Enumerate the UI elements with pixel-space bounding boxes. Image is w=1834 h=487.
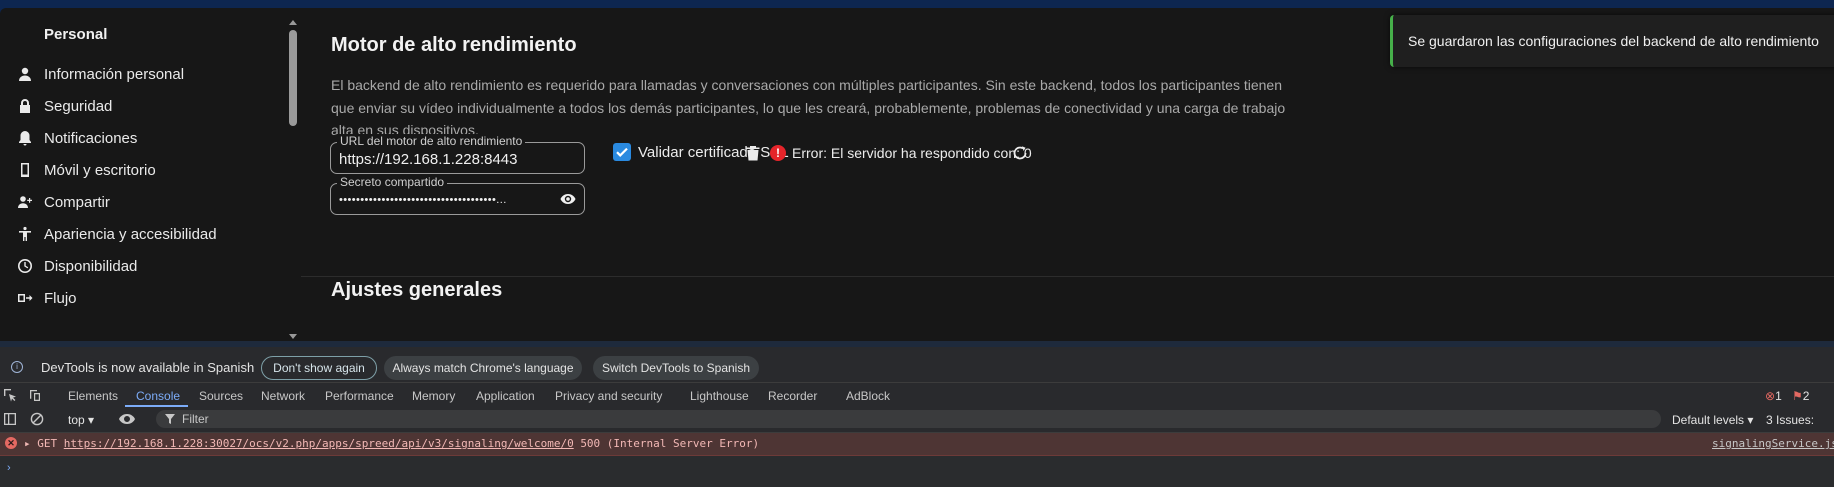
tab-memory[interactable]: Memory bbox=[412, 389, 455, 403]
devtools-panel: i DevTools is now available in Spanish D… bbox=[0, 341, 1834, 487]
tab-performance[interactable]: Performance bbox=[325, 389, 394, 403]
expand-triangle-icon[interactable]: ▸ bbox=[24, 437, 31, 450]
share-person-icon bbox=[0, 194, 44, 210]
top-strip bbox=[0, 0, 1834, 6]
tab-recorder[interactable]: Recorder bbox=[768, 389, 817, 403]
chevron-down-icon: ▾ bbox=[1747, 413, 1754, 427]
eye-icon[interactable] bbox=[560, 191, 576, 207]
section-title: Motor de alto rendimiento bbox=[331, 34, 577, 56]
tab-console[interactable]: Console bbox=[136, 389, 180, 403]
filter-icon bbox=[165, 414, 175, 424]
tab-adblock[interactable]: AdBlock bbox=[846, 389, 890, 403]
url-field-label: URL del motor de alto rendimiento bbox=[337, 134, 526, 148]
flow-icon bbox=[0, 290, 44, 306]
sidebar-item-label: Disponibilidad bbox=[44, 257, 138, 275]
sidebar-item-availability[interactable]: Disponibilidad bbox=[0, 248, 290, 284]
nextcloud-app: Personal Información personal Seguridad … bbox=[0, 0, 1834, 341]
live-expression-eye-icon[interactable] bbox=[118, 413, 136, 425]
validate-ssl-label[interactable]: Validar certificado SSL bbox=[638, 144, 789, 161]
language-infobar: i DevTools is now available in Spanish D… bbox=[0, 347, 1834, 382]
inspect-element-icon[interactable] bbox=[3, 388, 17, 402]
sidebar-item-label: Compartir bbox=[44, 193, 110, 211]
sidebar-item-mobile-desktop[interactable]: Móvil y escritorio bbox=[0, 152, 290, 188]
validate-ssl-checkbox[interactable] bbox=[613, 143, 631, 161]
clock-icon bbox=[0, 258, 44, 274]
console-error-row[interactable]: ✕ ▸ GET https://192.168.1.228:30027/ocs/… bbox=[0, 433, 1834, 456]
console-toolbar: top ▾ Filter Default levels ▾ 3 Issues: bbox=[0, 407, 1834, 433]
lock-icon bbox=[0, 98, 44, 114]
section-description: El backend de alto rendimiento es requer… bbox=[331, 77, 1286, 138]
tab-application[interactable]: Application bbox=[476, 389, 535, 403]
sidebar-item-label: Móvil y escritorio bbox=[44, 161, 156, 179]
sidebar-toggle-icon[interactable] bbox=[3, 412, 17, 426]
match-language-button[interactable]: Always match Chrome's language bbox=[384, 356, 582, 380]
tab-sources[interactable]: Sources bbox=[199, 389, 243, 403]
device-toolbar-icon[interactable] bbox=[28, 388, 42, 402]
sidebar-item-sharing[interactable]: Compartir bbox=[0, 184, 290, 220]
console-error-message: ▸ GET https://192.168.1.228:30027/ocs/v2… bbox=[24, 437, 760, 450]
person-icon bbox=[0, 66, 44, 82]
tab-lighthouse[interactable]: Lighthouse bbox=[690, 389, 749, 403]
switch-language-button[interactable]: Switch DevTools to Spanish bbox=[593, 356, 759, 380]
console-filter-input[interactable]: Filter bbox=[156, 410, 1661, 428]
dont-show-again-button[interactable]: Don't show again bbox=[261, 356, 377, 380]
refresh-icon[interactable] bbox=[1012, 145, 1028, 161]
secret-field-value: •••••••••••••••••••••••••••••••••••••... bbox=[339, 194, 507, 206]
secret-field-label: Secreto compartido bbox=[337, 175, 448, 189]
hpb-url-field[interactable]: URL del motor de alto rendimiento https:… bbox=[330, 134, 585, 174]
console-prompt[interactable]: › bbox=[7, 462, 11, 474]
source-file-link[interactable]: signalingService.js bbox=[1712, 437, 1834, 450]
checkmark-icon bbox=[616, 147, 628, 157]
request-url-link[interactable]: https://192.168.1.228:30027/ocs/v2.php/a… bbox=[64, 437, 574, 450]
phone-icon bbox=[0, 162, 44, 178]
chevron-down-icon: ▾ bbox=[88, 413, 95, 427]
clear-console-icon[interactable] bbox=[30, 412, 44, 426]
settings-sidebar: Personal Información personal Seguridad … bbox=[0, 8, 301, 341]
server-error-text: Error: El servidor ha respondido con: 0 bbox=[792, 145, 1032, 161]
shared-secret-field[interactable]: Secreto compartido •••••••••••••••••••••… bbox=[330, 175, 585, 215]
sidebar-item-flow[interactable]: Flujo bbox=[0, 280, 290, 316]
sidebar-item-label: Notificaciones bbox=[44, 129, 138, 147]
bell-icon bbox=[0, 130, 44, 146]
context-selector[interactable]: top ▾ bbox=[68, 413, 94, 427]
tab-elements[interactable]: Elements bbox=[68, 389, 118, 403]
section-title: Ajustes generales bbox=[331, 279, 503, 301]
url-field-value: https://192.168.1.228:8443 bbox=[339, 151, 518, 168]
scroll-down-arrow[interactable] bbox=[289, 334, 297, 339]
sidebar-item-label: Seguridad bbox=[44, 97, 113, 115]
tab-privacy-security[interactable]: Privacy and security bbox=[555, 389, 662, 403]
error-icon: ! bbox=[770, 145, 786, 161]
success-toast[interactable]: Se guardaron las configuraciones del bac… bbox=[1390, 15, 1834, 67]
error-badge-icon: ⊗ bbox=[1765, 389, 1776, 403]
sidebar-item-notifications[interactable]: Notificaciones bbox=[0, 120, 290, 156]
devtools-tabbar: Elements Console Sources Network Perform… bbox=[0, 382, 1834, 408]
filter-placeholder: Filter bbox=[182, 412, 209, 426]
issues-link[interactable]: 3 Issues: bbox=[1766, 413, 1814, 427]
tab-network[interactable]: Network bbox=[261, 389, 305, 403]
issue-badge-icon: ⚑ bbox=[1792, 389, 1803, 403]
sidebar-item-label: Información personal bbox=[44, 65, 185, 83]
info-icon: i bbox=[11, 361, 23, 373]
error-count-badge[interactable]: ⊗1 bbox=[1765, 389, 1782, 403]
sidebar-item-security[interactable]: Seguridad bbox=[0, 88, 290, 124]
issue-count-badge[interactable]: ⚑2 bbox=[1792, 389, 1809, 403]
toast-message: Se guardaron las configuraciones del bac… bbox=[1408, 33, 1819, 49]
error-circle-icon: ✕ bbox=[5, 437, 17, 449]
infobar-text: DevTools is now available in Spanish bbox=[41, 360, 255, 375]
trash-icon[interactable] bbox=[746, 145, 760, 161]
accessibility-icon bbox=[0, 226, 44, 242]
scroll-up-arrow[interactable] bbox=[289, 20, 297, 25]
sidebar-item-label: Apariencia y accesibilidad bbox=[44, 225, 217, 243]
sidebar-scrollbar-thumb[interactable] bbox=[289, 30, 297, 126]
sidebar-item-personal-info[interactable]: Información personal bbox=[0, 56, 290, 92]
sidebar-item-appearance[interactable]: Apariencia y accesibilidad bbox=[0, 216, 290, 252]
default-levels-dropdown[interactable]: Default levels ▾ bbox=[1672, 413, 1753, 427]
sidebar-item-label: Flujo bbox=[44, 289, 77, 307]
sidebar-heading: Personal bbox=[44, 26, 108, 43]
general-settings-section: Ajustes generales bbox=[301, 276, 1834, 341]
